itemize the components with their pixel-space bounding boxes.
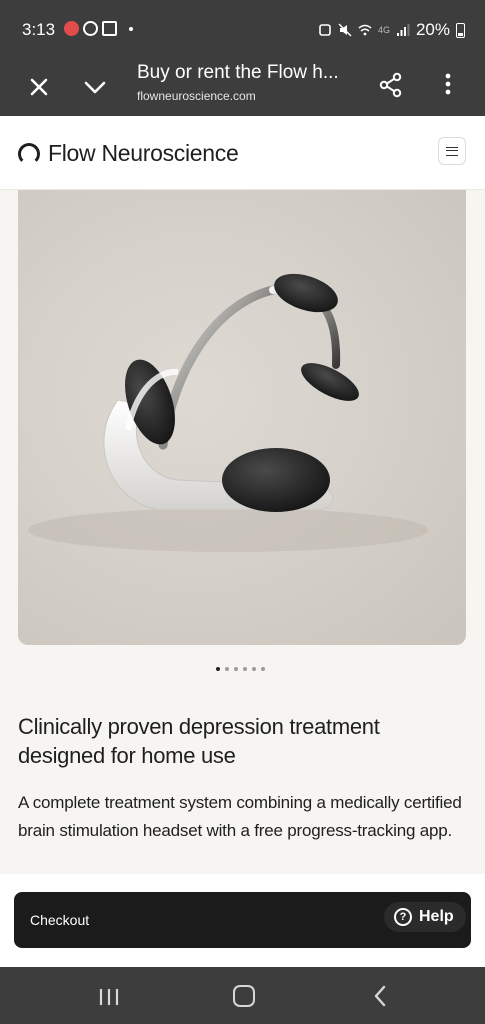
notification-more-dot [129, 26, 133, 31]
carousel-dot[interactable] [216, 667, 220, 671]
carousel-indicator[interactable] [216, 667, 265, 671]
notification-threads-icon [83, 21, 98, 36]
recent-apps-icon[interactable] [98, 988, 120, 1006]
wifi-icon [358, 24, 372, 36]
help-button[interactable]: ? Help [384, 902, 466, 932]
carousel-dot[interactable] [243, 667, 247, 671]
close-icon[interactable] [24, 72, 54, 102]
product-description: A complete treatment system combining a … [18, 793, 462, 840]
help-circle-icon: ? [394, 908, 412, 926]
product-image[interactable] [18, 190, 466, 645]
headset-illustration [28, 273, 428, 552]
alarm-icon [319, 24, 331, 36]
browser-toolbar: Buy or rent the Flow h... flowneuroscien… [0, 58, 485, 116]
notification-app-icon [64, 21, 79, 36]
flow-logo-icon [18, 142, 40, 165]
product-headline: Clinically proven depression treatment d… [18, 714, 380, 768]
checkout-label: Checkout [30, 912, 90, 928]
carousel-dot[interactable] [234, 667, 238, 671]
page-url: flowneuroscience.com [137, 89, 256, 103]
help-label: Help [419, 908, 454, 925]
share-icon[interactable] [376, 70, 406, 100]
carousel-dot[interactable] [225, 667, 229, 671]
status-right: 4G 20% [318, 20, 465, 40]
notification-icons [64, 21, 133, 36]
brand-logo[interactable]: Flow Neuroscience [18, 140, 239, 167]
checkout-button[interactable]: Checkout ? Help [14, 892, 471, 948]
page-title: Buy or rent the Flow h... [137, 62, 339, 83]
carousel-dot[interactable] [252, 667, 256, 671]
notification-image-icon [102, 21, 117, 36]
hamburger-icon [446, 146, 458, 156]
more-vert-icon[interactable] [433, 70, 463, 100]
menu-button[interactable] [438, 137, 466, 165]
network-type: 4G [377, 25, 390, 35]
chevron-down-icon[interactable] [80, 72, 110, 102]
mute-icon [338, 23, 352, 37]
system-navigation-bar [0, 967, 485, 1024]
home-icon[interactable] [233, 985, 255, 1007]
status-time: 3:13 [22, 20, 56, 39]
back-icon[interactable] [372, 985, 388, 1007]
site-header: Flow Neuroscience [0, 116, 485, 190]
battery-icon [456, 22, 465, 38]
battery-percent: 20% [415, 20, 450, 39]
status-bar: 3:13 4G 20% [0, 0, 485, 58]
signal-icon [396, 24, 410, 36]
brand-name: Flow Neuroscience [48, 140, 239, 166]
carousel-dot[interactable] [261, 667, 265, 671]
